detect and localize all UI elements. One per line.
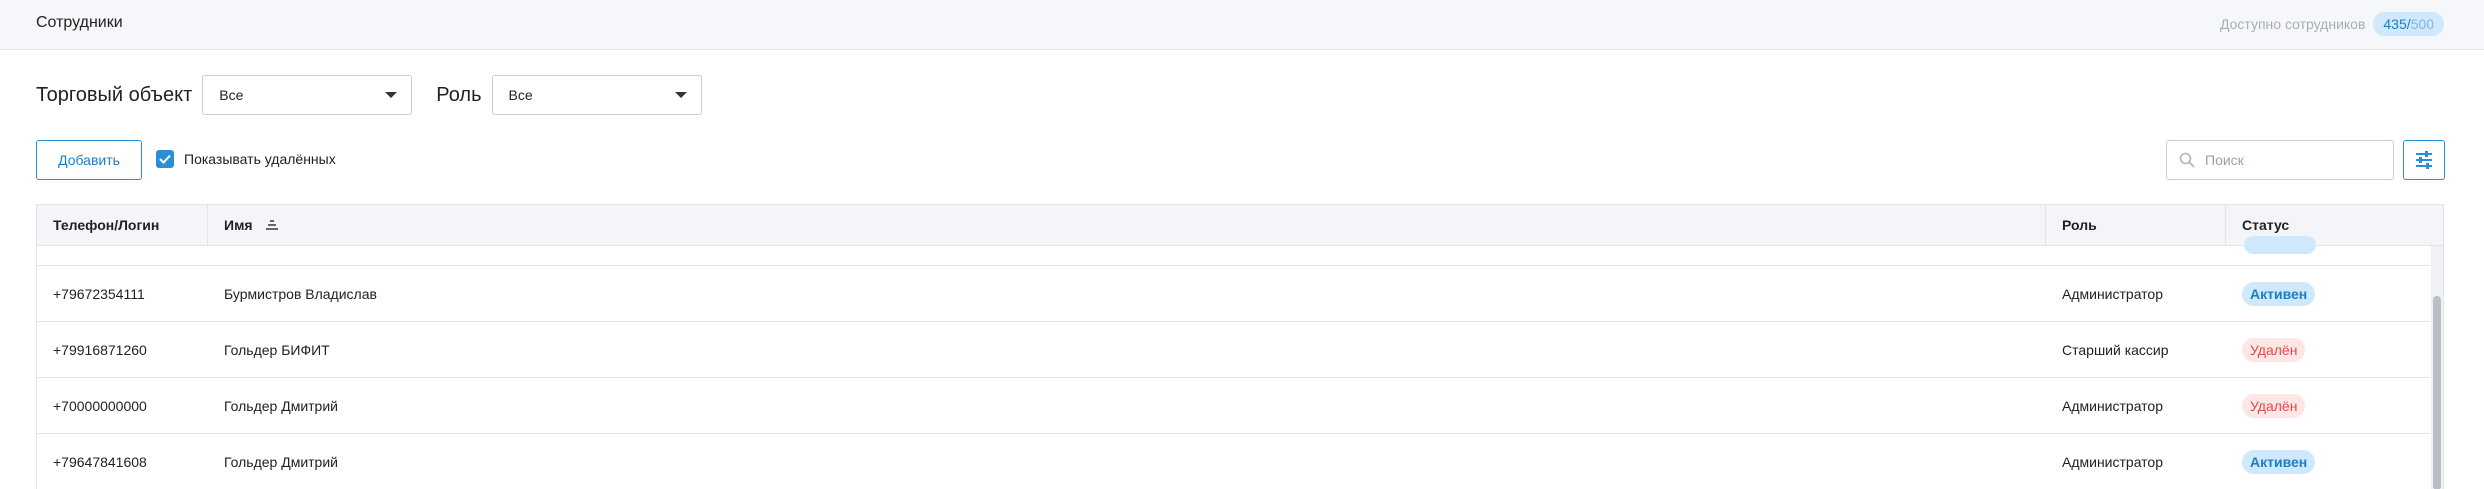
column-header-label: Статус [2242, 217, 2290, 233]
table-row[interactable]: +79647841608 Гольдер Дмитрий Администрат… [37, 434, 2431, 489]
cell-phone: +79672354111 [53, 286, 145, 302]
cell-role: Администратор [2062, 454, 2164, 470]
chevron-down-icon [674, 92, 687, 98]
search-icon [2179, 152, 2195, 168]
status-badge [2244, 236, 2316, 254]
quota-label: Доступно сотрудников [2219, 16, 2366, 32]
column-settings-button[interactable] [2403, 140, 2445, 180]
cell-phone: +79647841608 [53, 454, 147, 470]
status-badge: Активен [2242, 282, 2316, 306]
table-toolbar: Добавить Показывать удалённых [36, 140, 2448, 180]
table-row[interactable]: +79672354111 Бурмистров Владислав Админи… [37, 266, 2431, 322]
search-box[interactable] [2166, 140, 2394, 180]
status-badge: Удалён [2242, 338, 2306, 362]
check-icon [159, 154, 171, 164]
cell-role: Администратор [2062, 398, 2164, 414]
show-deleted-checkbox[interactable] [156, 150, 174, 168]
role-select-value: Все [508, 87, 533, 103]
table-body: +79672354111 Бурмистров Владислав Админи… [37, 236, 2443, 489]
cell-name: Гольдер Дмитрий [224, 398, 338, 414]
cell-phone: +70000000000 [53, 398, 147, 414]
cell-status: Удалён [2226, 378, 2443, 434]
outlet-select-value: Все [219, 87, 244, 103]
cell-name: Бурмистров Владислав [224, 286, 377, 302]
filter-settings-icon [2416, 151, 2432, 169]
column-header-label: Телефон/Логин [53, 217, 160, 233]
filters-bar: Торговый объект Все Роль Все [36, 74, 702, 116]
cell-name: Гольдер БИФИТ [224, 342, 330, 358]
outlet-select[interactable]: Все [202, 75, 413, 115]
scrollbar-thumb[interactable] [2433, 296, 2441, 489]
add-employee-button[interactable]: Добавить [36, 140, 142, 180]
column-header-label: Роль [2062, 217, 2097, 233]
role-select[interactable]: Все [491, 75, 702, 115]
page-title: Сотрудники [36, 14, 123, 31]
chevron-down-icon [385, 92, 398, 98]
status-badge: Активен [2242, 450, 2316, 474]
cell-phone: +79916871260 [53, 342, 147, 358]
cell-status: Активен [2226, 434, 2443, 489]
show-deleted-label: Показывать удалённых [184, 151, 336, 167]
quota-total: 500 [2410, 16, 2434, 32]
table-row[interactable]: +70000000000 Гольдер Дмитрий Администрат… [37, 378, 2431, 434]
search-input[interactable] [2203, 151, 2377, 169]
cell-role: Администратор [2062, 286, 2164, 302]
cell-status: Активен [2226, 266, 2443, 322]
role-filter-label: Роль [436, 83, 482, 106]
employee-quota: Доступно сотрудников 435/500 [2220, 12, 2444, 36]
table-scrollbar[interactable] [2431, 246, 2443, 489]
cell-status: Удалён [2226, 322, 2443, 378]
table-row-partial [37, 236, 2431, 266]
show-deleted-toggle[interactable]: Показывать удалённых [156, 150, 336, 168]
status-badge: Удалён [2242, 394, 2306, 418]
table-row[interactable]: +79916871260 Гольдер БИФИТ Старший касси… [37, 322, 2431, 378]
column-header-name[interactable]: Имя [208, 205, 2046, 245]
employees-table: Телефон/Логин Имя Роль Статус +796723541… [36, 204, 2444, 489]
quota-used: 435 [2383, 16, 2407, 32]
table-header: Телефон/Логин Имя Роль Статус [37, 205, 2443, 246]
page-header: Сотрудники Доступно сотрудников 435/500 [0, 0, 2484, 50]
outlet-filter-label: Торговый объект [36, 83, 193, 106]
column-header-label: Имя [224, 217, 253, 233]
quota-badge: 435/500 [2373, 12, 2444, 36]
cell-role: Старший кассир [2062, 342, 2169, 358]
cell-name: Гольдер Дмитрий [224, 454, 338, 470]
column-header-phone[interactable]: Телефон/Логин [37, 205, 208, 245]
column-header-role[interactable]: Роль [2046, 205, 2226, 245]
sort-icon[interactable] [265, 219, 279, 231]
